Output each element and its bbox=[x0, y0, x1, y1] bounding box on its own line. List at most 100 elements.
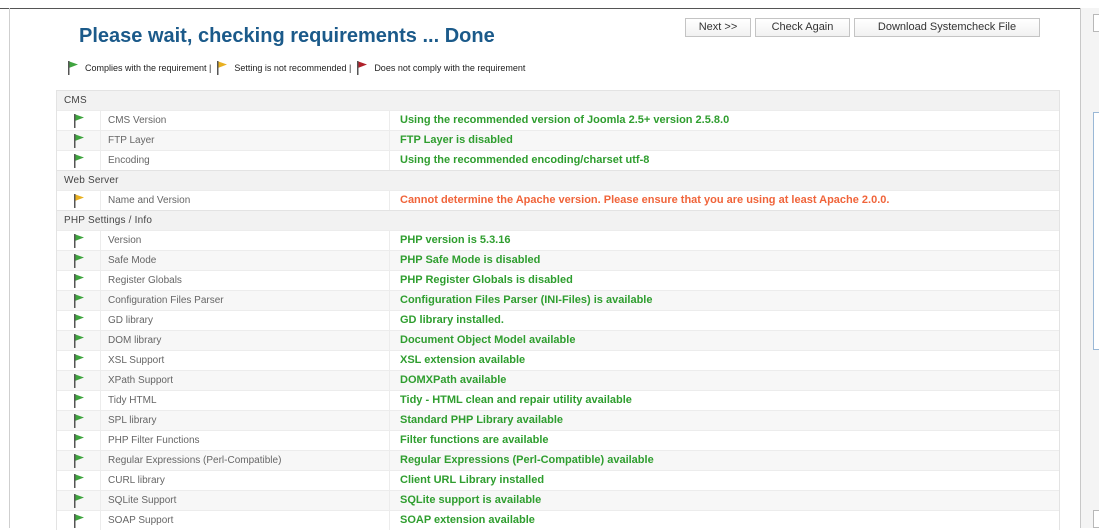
green-flag-icon bbox=[73, 273, 84, 288]
requirement-name: CURL library bbox=[101, 471, 390, 490]
status-cell bbox=[57, 231, 101, 250]
requirement-message: SOAP extension available bbox=[400, 514, 535, 526]
requirement-name: SQLite Support bbox=[101, 491, 390, 510]
green-flag-icon bbox=[73, 293, 84, 308]
status-cell bbox=[57, 191, 101, 210]
requirement-name: SOAP Support bbox=[101, 511, 390, 530]
green-flag-icon bbox=[73, 513, 84, 528]
legend-text-warn: Setting is not recommended | bbox=[234, 63, 352, 73]
status-cell bbox=[57, 371, 101, 390]
requirement-name: XPath Support bbox=[101, 371, 390, 390]
page-title: Please wait, checking requirements ... D… bbox=[79, 25, 495, 47]
status-cell bbox=[57, 131, 101, 150]
side-panel bbox=[1093, 112, 1099, 350]
table-row: Encoding Using the recommended encoding/c… bbox=[57, 150, 1059, 170]
table-row: DOM library Document Object Model availab… bbox=[57, 330, 1059, 350]
yellow-flag-icon bbox=[217, 61, 228, 75]
green-flag-icon bbox=[73, 453, 84, 468]
requirement-message: PHP version is 5.3.16 bbox=[400, 234, 511, 246]
table-row: XSL Support XSL extension available bbox=[57, 350, 1059, 370]
requirement-name: PHP Filter Functions bbox=[101, 431, 390, 450]
yellow-flag-icon bbox=[73, 193, 84, 208]
requirement-name: Version bbox=[101, 231, 390, 250]
green-flag-icon bbox=[73, 233, 84, 248]
table-row: Tidy HTML Tidy - HTML clean and repair ut… bbox=[57, 390, 1059, 410]
green-flag-icon bbox=[73, 333, 84, 348]
green-flag-icon bbox=[73, 313, 84, 328]
table-row: SQLite Support SQLite support is availabl… bbox=[57, 490, 1059, 510]
status-cell bbox=[57, 251, 101, 270]
requirement-message: SQLite support is available bbox=[400, 494, 542, 506]
table-row: Version PHP version is 5.3.16 bbox=[57, 230, 1059, 250]
requirement-message: Using the recommended version of Joomla … bbox=[400, 114, 730, 126]
legend-text-ok: Complies with the requirement | bbox=[85, 63, 212, 73]
requirement-message: Regular Expressions (Perl-Compatible) av… bbox=[400, 454, 654, 466]
left-border bbox=[9, 8, 10, 528]
table-row: FTP Layer FTP Layer is disabled bbox=[57, 130, 1059, 150]
green-flag-icon bbox=[73, 253, 84, 268]
requirement-name: Encoding bbox=[101, 151, 390, 170]
status-cell bbox=[57, 471, 101, 490]
status-cell bbox=[57, 311, 101, 330]
requirement-message: DOMXPath available bbox=[400, 374, 507, 386]
table-row: SPL library Standard PHP Library availabl… bbox=[57, 410, 1059, 430]
table-row: Regular Expressions (Perl-Compatible) Reg… bbox=[57, 450, 1059, 470]
green-flag-icon bbox=[73, 153, 84, 168]
green-flag-icon bbox=[73, 393, 84, 408]
green-flag-icon bbox=[73, 353, 84, 368]
section-header: PHP Settings / Info bbox=[57, 210, 1059, 230]
requirement-message: PHP Register Globals is disabled bbox=[400, 274, 573, 286]
legend-text-fail: Does not comply with the requirement bbox=[374, 63, 526, 73]
status-cell bbox=[57, 111, 101, 130]
requirement-name: Safe Mode bbox=[101, 251, 390, 270]
requirement-name: CMS Version bbox=[101, 111, 390, 130]
requirement-message: Configuration Files Parser (INI-Files) i… bbox=[400, 294, 653, 306]
table-row: Configuration Files Parser Configuration … bbox=[57, 290, 1059, 310]
green-flag-icon bbox=[73, 113, 84, 128]
status-cell bbox=[57, 391, 101, 410]
requirement-message: XSL extension available bbox=[400, 354, 526, 366]
side-tab-top[interactable] bbox=[1093, 14, 1099, 32]
status-cell bbox=[57, 451, 101, 470]
green-flag-icon bbox=[68, 61, 78, 75]
status-cell bbox=[57, 331, 101, 350]
status-cell bbox=[57, 511, 101, 530]
status-cell bbox=[57, 411, 101, 430]
requirement-message: GD library installed. bbox=[400, 314, 504, 326]
requirement-message: PHP Safe Mode is disabled bbox=[400, 254, 541, 266]
requirement-name: Configuration Files Parser bbox=[101, 291, 390, 310]
requirement-message: Client URL Library installed bbox=[400, 474, 545, 486]
status-cell bbox=[57, 151, 101, 170]
requirement-name: DOM library bbox=[101, 331, 390, 350]
green-flag-icon bbox=[73, 473, 84, 488]
status-cell bbox=[57, 271, 101, 290]
table-row: Safe Mode PHP Safe Mode is disabled bbox=[57, 250, 1059, 270]
table-row: Name and Version Cannot determine the Apa… bbox=[57, 190, 1059, 210]
requirement-name: SPL library bbox=[101, 411, 390, 430]
green-flag-icon bbox=[73, 493, 84, 508]
requirement-name: FTP Layer bbox=[101, 131, 390, 150]
red-flag-icon bbox=[357, 61, 368, 75]
check-again-button[interactable]: Check Again bbox=[755, 18, 850, 37]
section-header: Web Server bbox=[57, 170, 1059, 190]
requirement-name: Register Globals bbox=[101, 271, 390, 290]
requirement-name: Name and Version bbox=[101, 191, 390, 210]
green-flag-icon bbox=[73, 413, 84, 428]
green-flag-icon bbox=[73, 373, 84, 388]
requirement-message: Using the recommended encoding/charset u… bbox=[400, 154, 650, 166]
status-cell bbox=[57, 431, 101, 450]
requirement-message: Document Object Model available bbox=[400, 334, 576, 346]
table-row: PHP Filter Functions Filter functions are… bbox=[57, 430, 1059, 450]
table-row: GD library GD library installed. bbox=[57, 310, 1059, 330]
requirement-name: XSL Support bbox=[101, 351, 390, 370]
green-flag-icon bbox=[73, 133, 84, 148]
requirement-message: Standard PHP Library available bbox=[400, 414, 564, 426]
requirements-table: CMS CMS Version Using the recommended vers… bbox=[56, 90, 1060, 530]
status-cell bbox=[57, 291, 101, 310]
status-cell bbox=[57, 491, 101, 510]
next-button[interactable]: Next >> bbox=[685, 18, 751, 37]
requirement-name: Tidy HTML bbox=[101, 391, 390, 410]
download-systemcheck-button[interactable]: Download Systemcheck File bbox=[854, 18, 1040, 37]
side-tab-bottom[interactable] bbox=[1093, 510, 1099, 528]
requirement-message: Tidy - HTML clean and repair utility ava… bbox=[400, 394, 632, 406]
